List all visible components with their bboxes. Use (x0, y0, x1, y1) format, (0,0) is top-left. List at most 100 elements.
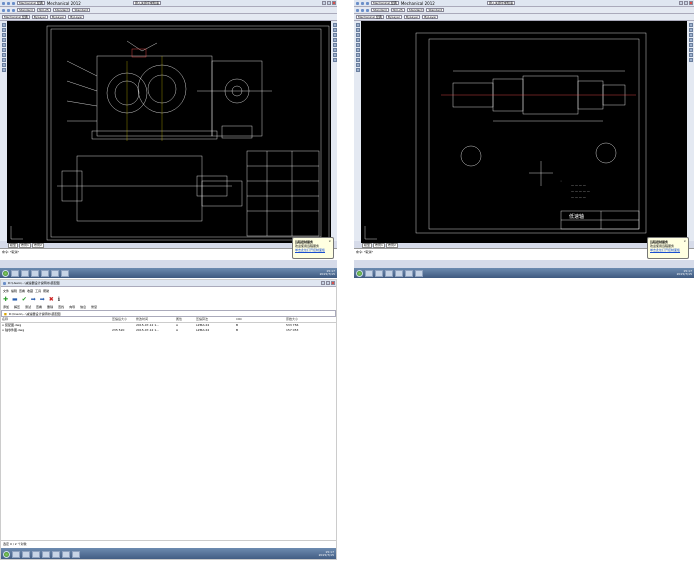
workspace-combo[interactable]: Mechanical 经典 (371, 1, 399, 5)
rotate-icon[interactable] (332, 48, 337, 52)
menu-file[interactable]: 文件 (3, 289, 9, 293)
multileader-style-combo[interactable]: Standard (72, 8, 91, 12)
block-icon[interactable] (1, 58, 6, 62)
print-icon[interactable] (366, 8, 369, 12)
menu-view[interactable]: 查看 (19, 289, 25, 293)
taskbar-folder-icon[interactable] (375, 269, 383, 277)
save-icon[interactable] (361, 1, 364, 5)
arc-icon[interactable] (1, 38, 6, 42)
app-icon[interactable] (2, 1, 5, 5)
rotate-icon[interactable] (688, 48, 693, 52)
circle-icon[interactable] (355, 33, 360, 37)
move-icon[interactable] (332, 43, 337, 47)
drawing-canvas[interactable]: 低速轴 — — — — — — — — — — — — — (361, 21, 687, 243)
block-icon[interactable] (355, 58, 360, 62)
taskbar-autocad-icon[interactable] (51, 269, 59, 277)
command-line[interactable]: 命令: *取消* (354, 248, 694, 260)
notification-balloon[interactable]: × 远程控制服务 欢迎使用远程服务 单击此处打开控制面板 (647, 237, 689, 259)
open-icon[interactable] (361, 8, 364, 12)
hatch-icon[interactable] (355, 48, 360, 52)
move-icon[interactable]: ➡ (40, 296, 45, 303)
close-button[interactable] (689, 1, 693, 5)
taskbar-pdf-icon[interactable] (41, 269, 49, 277)
polyline-icon[interactable] (355, 28, 360, 32)
rectangle-icon[interactable] (1, 43, 6, 47)
spline-icon[interactable] (355, 68, 360, 72)
system-clock[interactable]: 15:17 2015/7/15 (320, 269, 335, 277)
linetype-combo[interactable]: ByLayer (404, 15, 421, 19)
find-button[interactable]: 查找 (58, 305, 64, 309)
test-button[interactable]: 测试 (25, 305, 31, 309)
close-button[interactable] (332, 1, 336, 5)
scale-icon[interactable] (688, 53, 693, 57)
taskbar-folder-icon[interactable] (22, 550, 30, 558)
undo-icon[interactable] (366, 1, 369, 5)
add-icon[interactable]: ✚ (3, 296, 8, 303)
move-icon[interactable] (688, 43, 693, 47)
save-icon[interactable] (7, 1, 10, 5)
rectangle-icon[interactable] (355, 43, 360, 47)
color-combo[interactable]: ByLayer (31, 15, 49, 19)
start-button[interactable] (2, 269, 9, 277)
minimize-button[interactable] (679, 1, 683, 5)
minimize-button[interactable] (321, 281, 325, 285)
table-style-combo[interactable]: Standard (52, 8, 71, 12)
taskbar-pdf-icon[interactable] (42, 550, 50, 558)
extract-icon[interactable]: ▬ (12, 296, 18, 303)
taskbar-app-icon[interactable] (415, 269, 423, 277)
arc-icon[interactable] (355, 38, 360, 42)
line-icon[interactable] (1, 23, 6, 27)
workspace-selector[interactable]: Mechanical 经典 (356, 15, 384, 19)
new-icon[interactable] (2, 8, 5, 12)
copy-icon[interactable] (688, 28, 693, 32)
trim-icon[interactable] (332, 58, 337, 62)
new-icon[interactable] (356, 8, 359, 12)
linetype-combo[interactable]: ByLayer (50, 15, 67, 19)
system-clock[interactable]: 15:17 2015/7/15 (319, 550, 334, 558)
scale-icon[interactable] (332, 53, 337, 57)
maximize-button[interactable] (326, 281, 330, 285)
taskbar-ie-icon[interactable] (11, 269, 19, 277)
copy-icon[interactable]: ➡ (31, 296, 36, 303)
wizard-button[interactable]: 向导 (69, 305, 75, 309)
taskbar-app-icon[interactable] (61, 269, 69, 277)
address-bar[interactable]: ■ D:\Users\...\减速器设计说明书\装配图 (1, 310, 336, 317)
menu-edit[interactable]: 编辑 (11, 289, 17, 293)
table-style-combo[interactable]: Standard (406, 8, 425, 12)
taskbar-archive-icon[interactable] (72, 550, 80, 558)
copy-icon[interactable] (332, 28, 337, 32)
taskbar-pdf-icon[interactable] (395, 269, 403, 277)
mirror-icon[interactable] (332, 33, 337, 37)
table-row[interactable]: ▫ 轴零件图.dwg 235 520 2015-07-12 1... A LZM… (1, 327, 336, 332)
spline-icon[interactable] (1, 68, 6, 72)
dim-style-combo[interactable]: ISO-25 (390, 8, 405, 12)
minimize-button[interactable] (322, 1, 326, 5)
close-icon[interactable]: × (328, 239, 331, 243)
taskbar-media-icon[interactable] (32, 550, 40, 558)
command-line[interactable]: 命令: *取消* (0, 248, 337, 260)
circle-icon[interactable] (1, 33, 6, 37)
print-icon[interactable] (12, 8, 15, 12)
taskbar-ie-icon[interactable] (12, 550, 20, 558)
search-input[interactable]: 键入关键字或短语 (132, 1, 161, 5)
search-input[interactable]: 键入关键字或短语 (486, 1, 515, 5)
menu-tools[interactable]: 工具 (35, 289, 41, 293)
menu-help[interactable]: 帮助 (43, 289, 49, 293)
taskbar-media-icon[interactable] (385, 269, 393, 277)
open-icon[interactable] (7, 8, 10, 12)
delete-button[interactable]: 删除 (47, 305, 53, 309)
test-icon[interactable]: ✔ (22, 296, 27, 303)
app-icon[interactable] (356, 1, 359, 5)
menu-favorites[interactable]: 收藏 (27, 289, 33, 293)
workspace-selector[interactable]: Mechanical 经典 (2, 15, 30, 19)
line-icon[interactable] (355, 23, 360, 27)
info-icon[interactable]: ℹ (58, 296, 60, 303)
maximize-button[interactable] (684, 1, 688, 5)
erase-icon[interactable] (688, 23, 693, 27)
maximize-button[interactable] (327, 1, 331, 5)
taskbar-folder-icon[interactable] (21, 269, 29, 277)
polyline-icon[interactable] (1, 28, 6, 32)
info-button[interactable]: 信息 (80, 305, 86, 309)
offset-icon[interactable] (688, 38, 693, 42)
close-icon[interactable]: × (683, 239, 686, 243)
